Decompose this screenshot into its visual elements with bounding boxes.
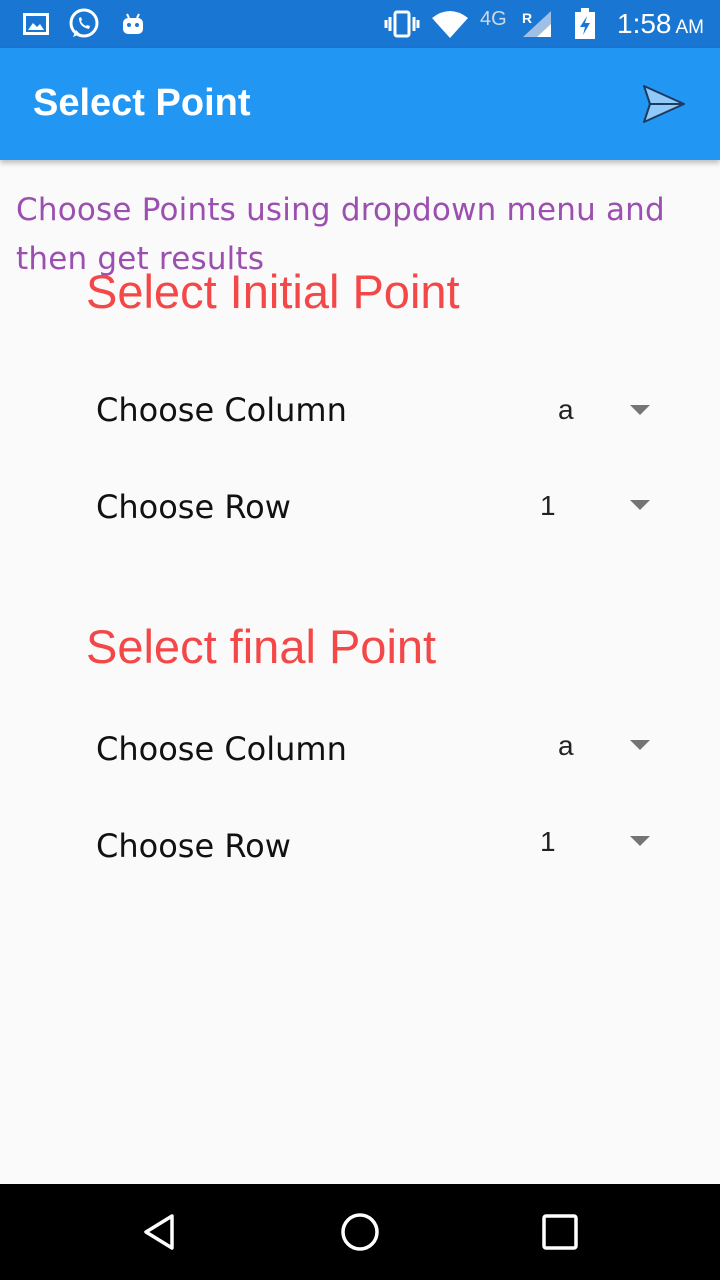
recents-button[interactable] <box>530 1202 590 1262</box>
chevron-down-icon <box>630 405 650 415</box>
app-bar: Select Point <box>0 48 720 160</box>
signal-icon <box>520 9 554 39</box>
back-button[interactable] <box>130 1202 190 1262</box>
back-icon <box>144 1214 174 1250</box>
final-point-title: Select final Point <box>86 620 437 673</box>
dropdown-value: a <box>558 394 574 425</box>
initial-row-label: Choose Row <box>96 488 291 526</box>
wifi-icon <box>430 9 470 39</box>
home-icon <box>341 1213 379 1251</box>
recents-icon <box>542 1214 578 1250</box>
whatsapp-icon <box>66 8 102 39</box>
final-column-label: Choose Column <box>96 730 347 768</box>
home-button[interactable] <box>330 1202 390 1262</box>
initial-column-dropdown[interactable]: a <box>530 380 670 440</box>
dropdown-value: 1 <box>540 490 556 521</box>
dropdown-value: 1 <box>540 826 556 857</box>
clock: 1:58 AM <box>617 8 704 39</box>
final-row-label: Choose Row <box>96 827 291 865</box>
chevron-down-icon <box>630 836 650 846</box>
chevron-down-icon <box>630 740 650 750</box>
send-button[interactable] <box>636 76 692 132</box>
page-title: Select Point <box>33 82 251 124</box>
send-icon <box>643 85 685 123</box>
dropdown-value: a <box>558 730 574 761</box>
battery-charging-icon <box>572 8 598 39</box>
initial-row-dropdown[interactable]: 1 <box>530 476 670 536</box>
navigation-bar <box>0 1184 720 1280</box>
vibrate-icon <box>382 9 422 39</box>
gallery-icon <box>22 9 50 39</box>
network-type: 4G <box>480 8 507 30</box>
chevron-down-icon <box>630 500 650 510</box>
initial-column-label: Choose Column <box>96 391 347 429</box>
final-column-dropdown[interactable]: a <box>530 716 670 776</box>
status-bar: 4G R 1:58 AM <box>0 0 720 48</box>
final-row-dropdown[interactable]: 1 <box>530 812 670 872</box>
android-icon <box>118 9 148 39</box>
initial-point-title: Select Initial Point <box>86 265 460 318</box>
